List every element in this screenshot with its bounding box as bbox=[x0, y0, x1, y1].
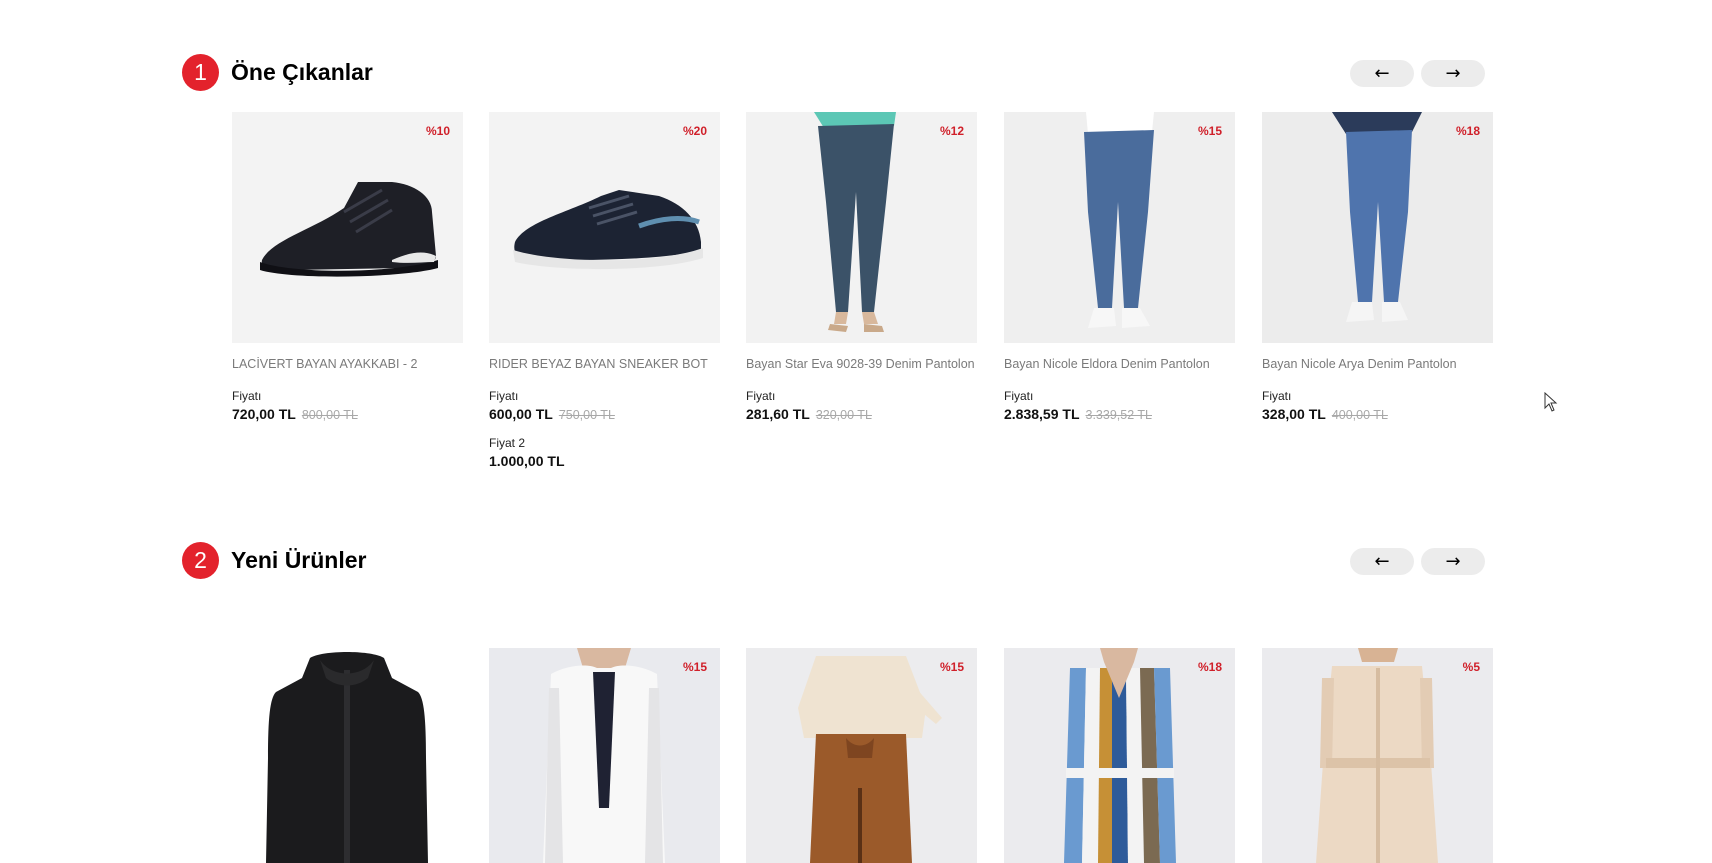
discount-badge: %15 bbox=[682, 660, 707, 674]
section-number-badge: 2 bbox=[182, 542, 219, 579]
discount-badge: %18 bbox=[1455, 124, 1480, 138]
product-image[interactable]: %12 bbox=[746, 112, 977, 343]
product-card[interactable]: %15 Bayan Nicole Eldora Denim Pantolon F… bbox=[1004, 112, 1235, 422]
product-image[interactable]: %18 bbox=[1262, 112, 1493, 343]
product-card[interactable]: %12 Bayan Star Eva 9028-39 Denim Pantolo… bbox=[746, 112, 977, 422]
product-price: 2.838,59 TL bbox=[1004, 406, 1080, 422]
product-name[interactable]: Bayan Nicole Arya Denim Pantolon bbox=[1262, 357, 1493, 371]
product-image[interactable]: %10 bbox=[232, 112, 463, 343]
product-image[interactable]: %20 bbox=[489, 112, 720, 343]
product-card[interactable]: %10 LACİVERT BAYAN AYAKKABI - 2 Fiyatı 7… bbox=[232, 112, 463, 422]
product-image[interactable]: %15 bbox=[1004, 112, 1235, 343]
carousel-next-button[interactable]: → bbox=[1421, 60, 1485, 87]
price-label: Fiyatı bbox=[746, 389, 776, 403]
striped-dress-image bbox=[1004, 648, 1235, 863]
jeans-blue-image bbox=[1262, 112, 1493, 343]
product-card[interactable]: %5 bbox=[1262, 648, 1493, 863]
product-name[interactable]: Bayan Star Eva 9028-39 Denim Pantolon bbox=[746, 357, 977, 371]
section-number-badge: 1 bbox=[182, 54, 219, 91]
product-image[interactable]: %15 bbox=[489, 648, 720, 863]
carousel-prev-button[interactable]: ← bbox=[1350, 60, 1414, 87]
arrow-right-icon: → bbox=[1445, 551, 1461, 572]
section-title: Yeni Ürünler bbox=[231, 547, 367, 573]
price-label: Fiyatı bbox=[1262, 389, 1292, 403]
product-image[interactable]: %15 bbox=[746, 648, 977, 863]
old-price: 750,00 TL bbox=[558, 408, 615, 422]
product-card[interactable]: %18 bbox=[1004, 648, 1235, 863]
product-price: 720,00 TL bbox=[232, 406, 296, 422]
arrow-right-icon: → bbox=[1445, 63, 1461, 84]
black-jacket-image bbox=[266, 652, 428, 863]
product-image[interactable]: %18 bbox=[1004, 648, 1235, 863]
discount-badge: %15 bbox=[1197, 124, 1222, 138]
discount-badge: %15 bbox=[939, 660, 964, 674]
discount-badge: %5 bbox=[1462, 660, 1480, 674]
brown-skirt-image bbox=[746, 648, 977, 863]
product-card[interactable]: %20 RIDER BEYAZ BAYAN SNEAKER BOT Fiyatı… bbox=[489, 112, 720, 469]
product-name[interactable]: RIDER BEYAZ BAYAN SNEAKER BOT bbox=[489, 357, 720, 371]
jeans-medium-image bbox=[1004, 112, 1235, 343]
price-label: Fiyatı bbox=[489, 389, 519, 403]
discount-badge: %20 bbox=[682, 124, 707, 138]
old-price: 800,00 TL bbox=[301, 408, 358, 422]
old-price: 320,00 TL bbox=[815, 408, 872, 422]
product-card[interactable]: %15 bbox=[746, 648, 977, 863]
old-price: 3.339,52 TL bbox=[1085, 408, 1153, 422]
jeans-dark-image bbox=[746, 112, 977, 343]
product-name[interactable]: LACİVERT BAYAN AYAKKABI - 2 bbox=[232, 357, 463, 371]
arrow-left-icon: ← bbox=[1374, 63, 1390, 84]
white-blazer-image bbox=[489, 648, 720, 863]
price-label: Fiyatı bbox=[1004, 389, 1034, 403]
discount-badge: %18 bbox=[1197, 660, 1222, 674]
product-price: 600,00 TL bbox=[489, 406, 553, 422]
old-price: 400,00 TL bbox=[1331, 408, 1388, 422]
mouse-cursor-icon bbox=[1544, 392, 1558, 412]
discount-badge: %10 bbox=[425, 124, 450, 138]
product-card[interactable]: %15 bbox=[489, 648, 720, 863]
discount-badge: %12 bbox=[939, 124, 964, 138]
carousel-next-button[interactable]: → bbox=[1421, 548, 1485, 575]
product-price-2: 1.000,00 TL bbox=[489, 453, 565, 469]
carousel-prev-button[interactable]: ← bbox=[1350, 548, 1414, 575]
product-image[interactable]: %5 bbox=[1262, 648, 1493, 863]
product-card[interactable] bbox=[232, 648, 463, 863]
product-price: 281,60 TL bbox=[746, 406, 810, 422]
section-header: 2 Yeni Ürünler ← → bbox=[182, 541, 1492, 581]
arrow-left-icon: ← bbox=[1374, 551, 1390, 572]
beige-dress-image bbox=[1262, 648, 1493, 863]
price-label: Fiyatı bbox=[232, 389, 262, 403]
sneaker-boot-image bbox=[260, 182, 438, 277]
product-image[interactable] bbox=[232, 648, 463, 863]
product-name[interactable]: Bayan Nicole Eldora Denim Pantolon bbox=[1004, 357, 1235, 371]
section-header: 1 Öne Çıkanlar ← → bbox=[182, 53, 1492, 93]
price2-label: Fiyat 2 bbox=[489, 436, 526, 450]
product-card[interactable]: %18 Bayan Nicole Arya Denim Pantolon Fiy… bbox=[1262, 112, 1493, 422]
product-price: 328,00 TL bbox=[1262, 406, 1326, 422]
sneaker-navy-image bbox=[513, 190, 703, 270]
section-title: Öne Çıkanlar bbox=[231, 59, 373, 85]
